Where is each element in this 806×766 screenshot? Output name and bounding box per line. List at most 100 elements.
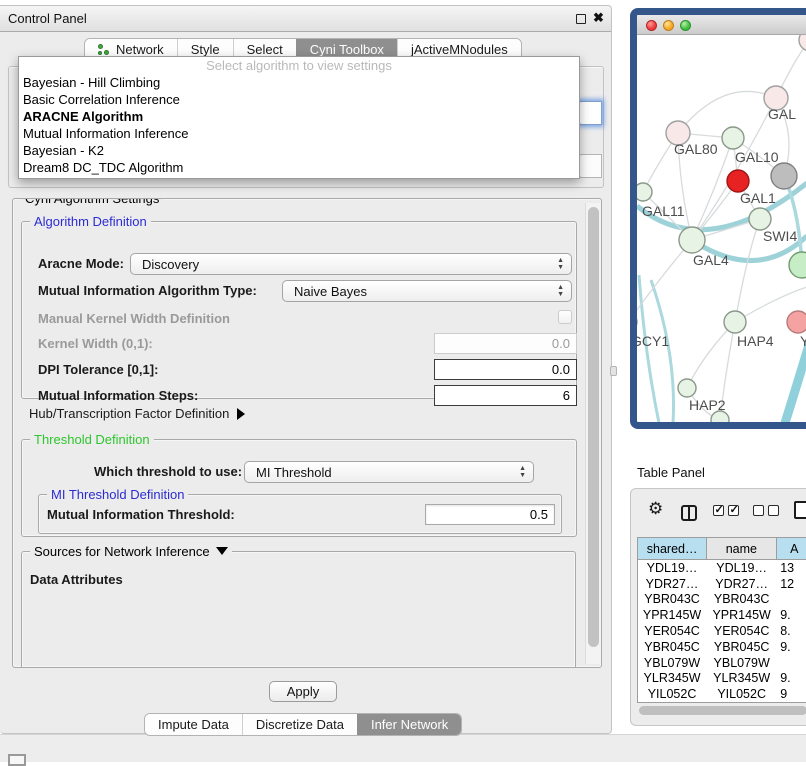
table-cell: YLR345W: [637, 671, 707, 687]
close-icon[interactable]: ✖: [593, 10, 604, 26]
which-threshold-combobox[interactable]: MI Threshold ▲▼: [244, 461, 534, 483]
network-node[interactable]: [799, 35, 806, 51]
network-node-hap2[interactable]: [678, 379, 696, 397]
tab-label: jActiveMNodules: [411, 42, 508, 57]
mi-type-value: Naive Bayes: [294, 284, 367, 299]
node-label-gcy1: GCY1: [637, 333, 669, 349]
tab-impute-data[interactable]: Impute Data: [145, 714, 242, 735]
mi-type-combobox[interactable]: Naive Bayes ▲▼: [282, 280, 572, 302]
table-row[interactable]: YLR345WYLR345W9.: [637, 671, 806, 687]
algorithm-option[interactable]: Basic Correlation Inference: [19, 91, 579, 108]
tab-discretize-data[interactable]: Discretize Data: [242, 714, 357, 735]
network-node[interactable]: [771, 163, 797, 189]
network-window-titlebar[interactable]: [637, 15, 806, 35]
sources-title[interactable]: Sources for Network Inference: [30, 544, 232, 559]
split-pane-grip[interactable]: [610, 366, 617, 376]
algorithm-option[interactable]: ARACNE Algorithm: [19, 108, 579, 125]
table-cell: 8.: [776, 623, 806, 639]
mi-type-label: Mutual Information Algorithm Type:: [38, 283, 257, 298]
partial-square-icon[interactable]: [8, 754, 26, 766]
algorithm-popup-placeholder: Select algorithm to view settings: [19, 57, 579, 74]
network-node-hap4[interactable]: [724, 311, 746, 333]
apply-button[interactable]: Apply: [269, 681, 337, 702]
algorithm-select-popup: Select algorithm to view settings Bayesi…: [18, 56, 580, 179]
table-row[interactable]: YDL19…YDL19…13: [637, 560, 806, 576]
close-traffic-light-icon[interactable]: [646, 20, 657, 31]
table-row[interactable]: YPR145WYPR145W9.: [637, 607, 806, 623]
node-label-hap4: HAP4: [737, 333, 774, 349]
dpi-tolerance-field[interactable]: 0.0: [434, 359, 577, 380]
aracne-mode-label: Aracne Mode:: [38, 256, 124, 271]
algorithm-option[interactable]: Bayesian - K2: [19, 142, 579, 159]
aracne-mode-combobox[interactable]: Discovery ▲▼: [130, 253, 572, 275]
deselect-all-checkboxes-icon[interactable]: [753, 505, 779, 516]
network-node-gal4[interactable]: [679, 227, 705, 253]
kernel-width-field[interactable]: 0.0: [434, 333, 577, 354]
mi-threshold-field[interactable]: 0.5: [425, 504, 555, 525]
page-bottom-strip: [0, 734, 806, 762]
table-cell: YPR145W: [637, 607, 707, 623]
select-all-checkboxes-icon[interactable]: [713, 505, 739, 516]
gear-icon[interactable]: ⚙: [648, 499, 663, 519]
tab-label: Select: [247, 42, 283, 57]
algorithm-option[interactable]: Dream8 DC_TDC Algorithm: [19, 159, 579, 176]
node-label-gal4: GAL4: [693, 252, 729, 268]
table-row[interactable]: YBR045CYBR045C9.: [637, 639, 806, 655]
tab-label: Style: [191, 42, 220, 57]
settings-scrollbar-thumb[interactable]: [588, 207, 599, 647]
which-threshold-label: Which threshold to use:: [94, 464, 242, 479]
aracne-mode-value: Discovery: [142, 257, 199, 272]
network-node-gal10[interactable]: [722, 127, 744, 149]
table-row[interactable]: YIL052CYIL052C9: [637, 686, 806, 702]
network-node-gal1[interactable]: [749, 208, 771, 230]
column-header-a[interactable]: A: [777, 537, 806, 560]
table-cell: YIL052C: [637, 686, 707, 702]
table-horizontal-scrollbar[interactable]: [639, 706, 806, 715]
table-cell: YLR345W: [707, 671, 776, 687]
hub-definition-label: Hub/Transcription Factor Definition: [29, 406, 229, 421]
mi-threshold-group: MI Threshold Definition Mutual Informati…: [38, 494, 562, 534]
sources-title-label: Sources for Network Inference: [34, 544, 210, 559]
table-cell: 9.: [776, 671, 806, 687]
node-label-gal: GAL: [768, 106, 796, 122]
hub-definition-expander[interactable]: Hub/Transcription Factor Definition: [29, 406, 245, 421]
table-row[interactable]: YBR043CYBR043C: [637, 592, 806, 608]
table-row[interactable]: YBL079WYBL079W: [637, 655, 806, 671]
table-panel-title: Table Panel: [637, 465, 705, 480]
table-cell: 12: [776, 576, 806, 592]
table-row[interactable]: YER054CYER054C8.: [637, 623, 806, 639]
table-cell: YBR043C: [637, 592, 707, 608]
network-node[interactable]: [727, 170, 749, 192]
zoom-traffic-light-icon[interactable]: [680, 20, 691, 31]
algorithm-option[interactable]: Bayesian - Hill Climbing: [19, 74, 579, 91]
manual-kernel-checkbox[interactable]: [558, 310, 572, 324]
network-node[interactable]: [789, 252, 806, 278]
node-label-gal80: GAL80: [674, 141, 718, 157]
table-cell: 9.: [776, 607, 806, 623]
tab-infer-network[interactable]: Infer Network: [357, 714, 461, 735]
table-cell: YBL079W: [637, 655, 707, 671]
table-row[interactable]: YDR27…YDR27…12: [637, 576, 806, 592]
mi-steps-field[interactable]: 6: [434, 385, 577, 406]
which-threshold-value: MI Threshold: [256, 465, 332, 480]
algorithm-definition-group: Algorithm Definition Aracne Mode: Discov…: [21, 221, 577, 399]
table-cell: YBR045C: [707, 639, 776, 655]
table-cell: YDR27…: [637, 576, 707, 592]
network-canvas[interactable]: GALGAL80GAL10GAL1GAL11SWI4GAL4GCY1HAP4YH…: [637, 35, 806, 423]
data-attributes-label: Data Attributes: [30, 572, 123, 587]
sources-group: Sources for Network Inference Data Attri…: [21, 551, 576, 668]
table-cell: YDL19…: [707, 560, 776, 576]
algorithm-option[interactable]: Mutual Information Inference: [19, 125, 579, 142]
minimize-traffic-light-icon[interactable]: [663, 20, 674, 31]
file-icon[interactable]: [794, 501, 806, 519]
column-header-name[interactable]: name: [707, 537, 776, 560]
columns-icon[interactable]: [681, 505, 697, 521]
column-header-shared[interactable]: shared…: [637, 537, 707, 560]
table-cell: YDL19…: [637, 560, 707, 576]
network-node-y[interactable]: [787, 311, 806, 333]
cyni-settings-title: Cyni Algorithm Settings: [21, 198, 163, 206]
stepper-arrows-icon: ▲▼: [519, 465, 526, 479]
network-node-gal11[interactable]: [637, 183, 652, 201]
table-cell: YBR045C: [637, 639, 707, 655]
float-window-icon[interactable]: [576, 14, 586, 24]
